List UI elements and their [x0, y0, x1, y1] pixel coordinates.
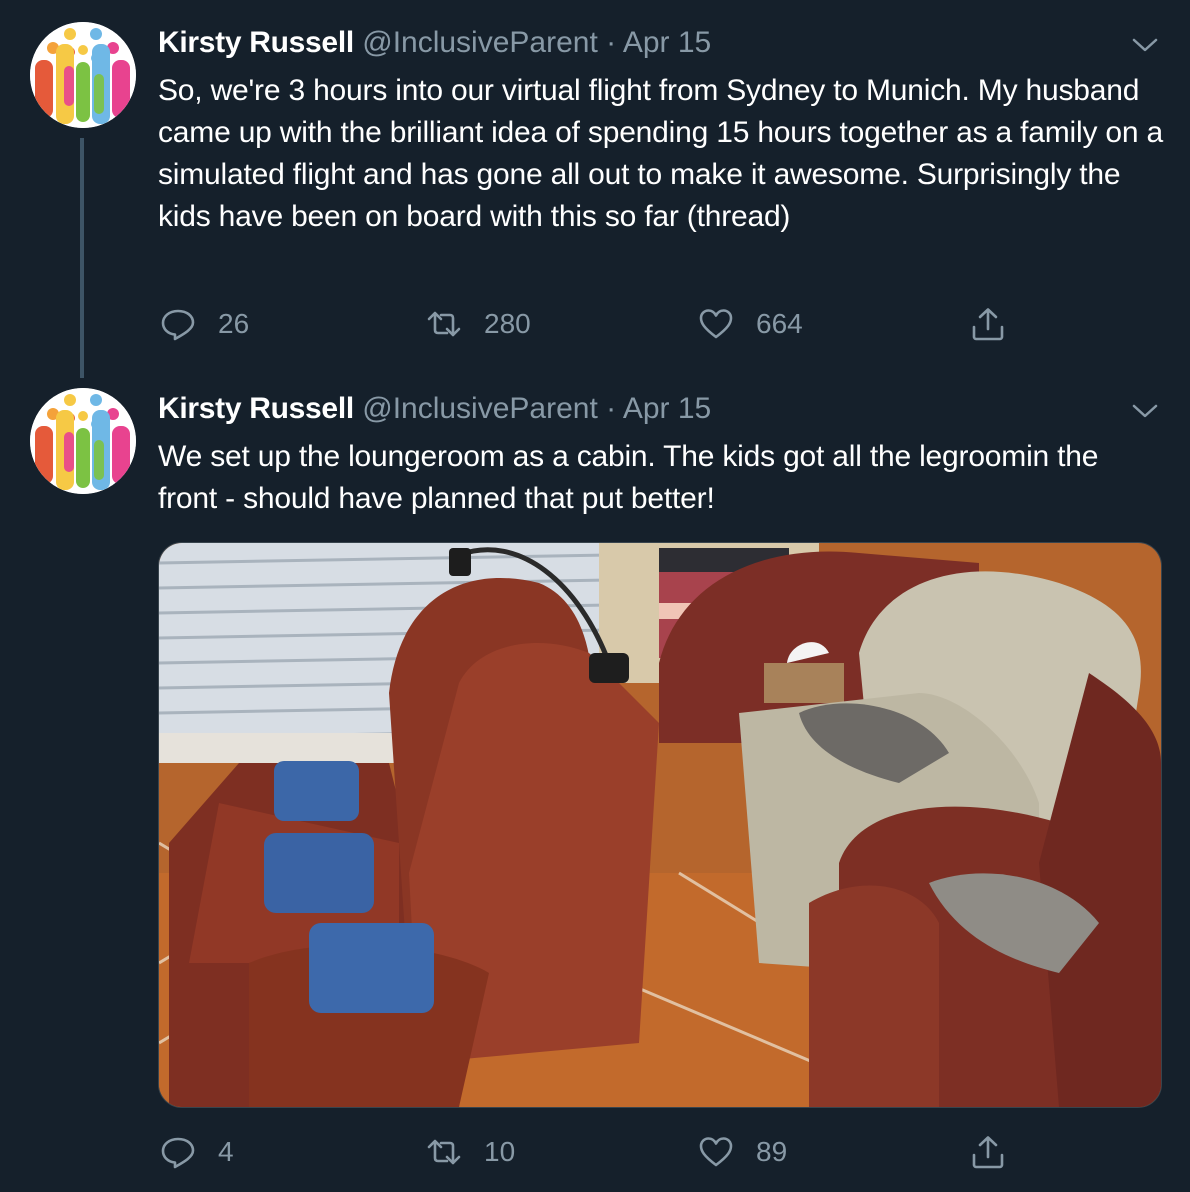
share-button[interactable]: [970, 1130, 1006, 1174]
tweet[interactable]: Kirsty Russell @InclusiveParent · Apr 15…: [0, 0, 1190, 378]
tweet-photo[interactable]: [158, 542, 1162, 1108]
share-icon: [972, 308, 1004, 341]
retweet-icon: [427, 311, 461, 337]
share-button[interactable]: [970, 302, 1006, 346]
retweet-count: 280: [484, 308, 531, 339]
author-name[interactable]: Kirsty Russell: [158, 26, 354, 59]
like-button[interactable]: 89: [698, 1130, 787, 1174]
reply-button[interactable]: 4: [160, 1130, 234, 1174]
separator: ·: [606, 392, 617, 425]
retweet-icon: [427, 1139, 461, 1165]
tweet-header: Kirsty Russell @InclusiveParent · Apr 15: [158, 24, 711, 62]
tweet-header: Kirsty Russell @InclusiveParent · Apr 15: [158, 390, 711, 428]
retweet-button[interactable]: 280: [426, 302, 531, 346]
tweet-date[interactable]: Apr 15: [623, 26, 711, 59]
reply-count: 26: [218, 308, 250, 339]
tweet-actions: 4 10 89: [158, 1130, 1058, 1174]
author-name[interactable]: Kirsty Russell: [158, 392, 354, 425]
thread-connector: [80, 138, 84, 378]
avatar[interactable]: [30, 22, 136, 128]
reply-count: 4: [218, 1136, 234, 1167]
share-icon: [972, 1136, 1004, 1169]
author-handle[interactable]: @InclusiveParent: [362, 392, 598, 425]
inclusive-parent-logo-icon: [30, 22, 136, 128]
reply-icon: [161, 309, 195, 341]
chevron-down-icon[interactable]: [1130, 400, 1160, 422]
tweet[interactable]: Kirsty Russell @InclusiveParent · Apr 15…: [0, 366, 1190, 1192]
tweet-date[interactable]: Apr 15: [623, 392, 711, 425]
tweet-actions: 26 280 664: [158, 302, 1058, 346]
like-count: 664: [756, 308, 803, 339]
tweet-text: So, we're 3 hours into our virtual fligh…: [158, 74, 1164, 233]
like-button[interactable]: 664: [698, 302, 803, 346]
reply-button[interactable]: 26: [160, 302, 249, 346]
chevron-down-icon[interactable]: [1130, 34, 1160, 56]
like-count: 89: [756, 1136, 788, 1167]
heart-icon: [699, 1137, 733, 1167]
separator: ·: [606, 26, 617, 59]
inclusive-parent-logo-icon: [30, 388, 136, 494]
retweet-button[interactable]: 10: [426, 1130, 515, 1174]
living-room-photo: [159, 543, 1161, 1107]
author-handle[interactable]: @InclusiveParent: [362, 26, 598, 59]
tweet-text: We set up the loungeroom as a cabin. The…: [158, 440, 1099, 515]
reply-icon: [161, 1137, 195, 1169]
avatar[interactable]: [30, 388, 136, 494]
timeline: Kirsty Russell @InclusiveParent · Apr 15…: [0, 0, 1190, 1192]
retweet-count: 10: [484, 1136, 516, 1167]
heart-icon: [699, 309, 733, 339]
